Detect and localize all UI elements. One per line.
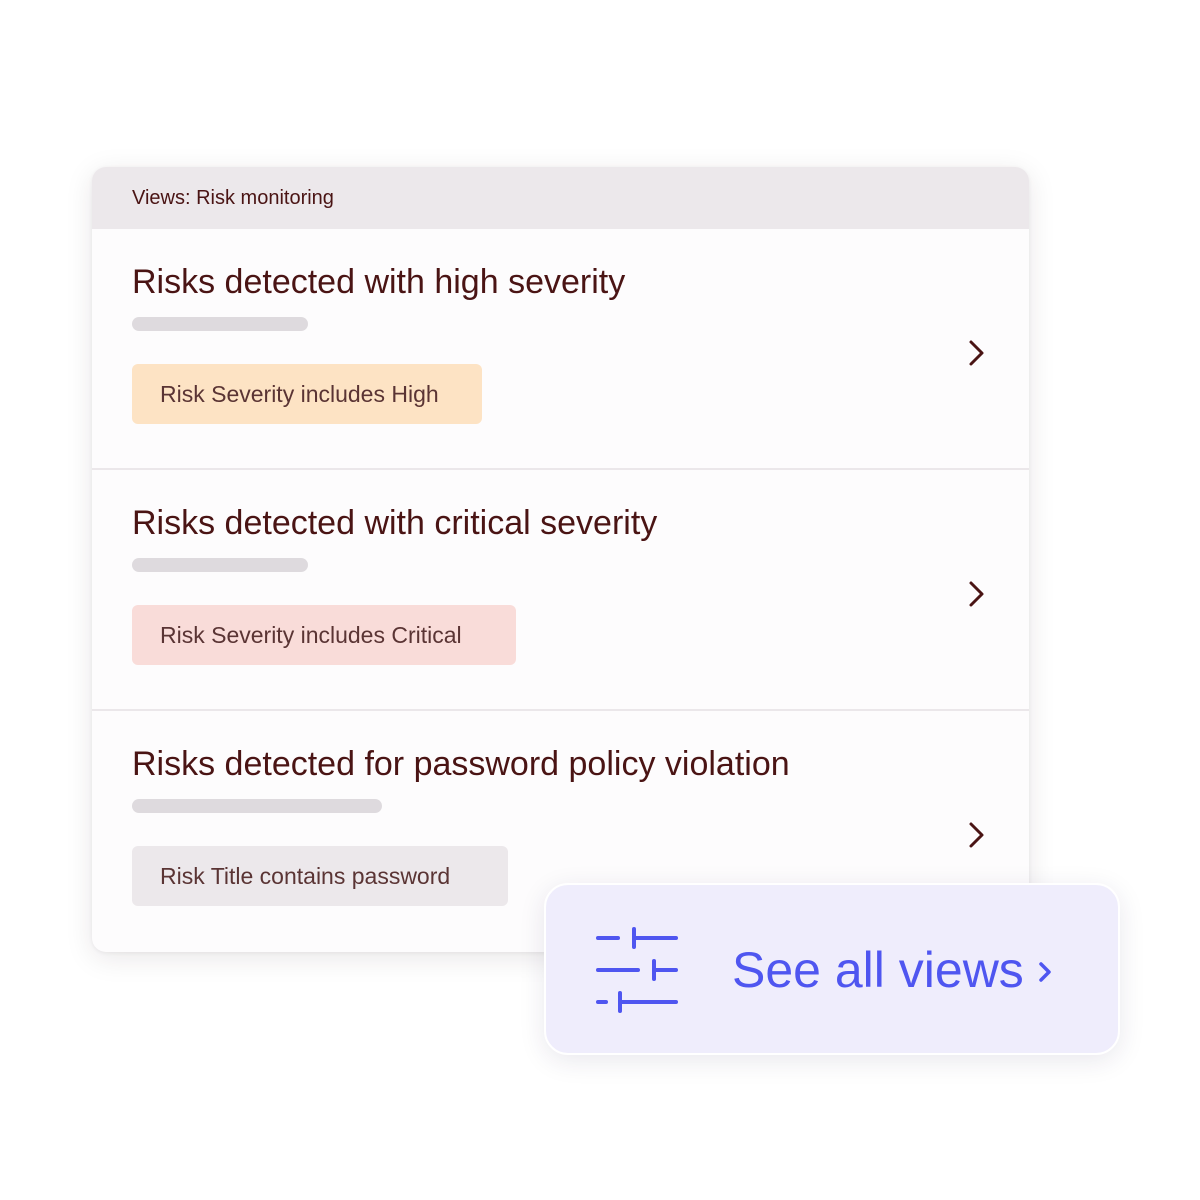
views-card: Views: Risk monitoring Risks detected wi… [92, 167, 1029, 952]
chevron-right-icon[interactable] [965, 821, 989, 849]
skeleton-placeholder [132, 799, 382, 813]
card-header-title: Views: Risk monitoring [132, 186, 334, 209]
sliders-icon [596, 927, 678, 1013]
skeleton-placeholder [132, 558, 308, 572]
view-title: Risks detected with critical severity [132, 504, 658, 542]
filter-chip: Risk Title contains password [132, 846, 508, 906]
view-title: Risks detected for password policy viola… [132, 745, 790, 783]
filter-chip: Risk Severity includes Critical [132, 605, 516, 665]
chevron-right-icon [1039, 962, 1051, 982]
view-title: Risks detected with high severity [132, 263, 626, 301]
card-header: Views: Risk monitoring [92, 167, 1029, 229]
chevron-right-icon[interactable] [965, 580, 989, 608]
skeleton-placeholder [132, 317, 308, 331]
filter-chip: Risk Severity includes High [132, 364, 482, 424]
view-row-critical-severity[interactable]: Risks detected with critical severity Ri… [92, 470, 1029, 711]
see-all-views-label: See all views [732, 942, 1024, 998]
see-all-views-button[interactable]: See all views [544, 883, 1120, 1055]
canvas: Views: Risk monitoring Risks detected wi… [0, 0, 1200, 1200]
chevron-right-icon[interactable] [965, 339, 989, 367]
view-row-high-severity[interactable]: Risks detected with high severity Risk S… [92, 229, 1029, 470]
